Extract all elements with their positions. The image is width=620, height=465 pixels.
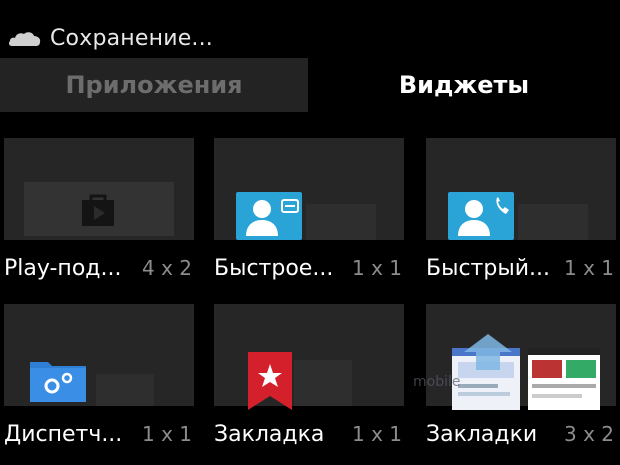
tab-widgets[interactable]: Виджеты bbox=[308, 58, 620, 112]
widget-preview-shadow bbox=[518, 204, 588, 240]
widget-name: Быстрый... bbox=[426, 255, 550, 281]
cloud-icon bbox=[8, 28, 42, 48]
widget-label: Закладки 3 x 2 bbox=[426, 417, 616, 451]
play-store-bag-icon bbox=[80, 192, 116, 232]
widget-size: 3 x 2 bbox=[564, 422, 614, 446]
status-text: Сохранение... bbox=[50, 25, 214, 51]
widget-preview bbox=[214, 138, 404, 240]
tab-bar: Приложения Виджеты bbox=[0, 58, 620, 112]
widget-name: Быстрое... bbox=[214, 255, 334, 281]
widget-preview-shadow bbox=[96, 374, 154, 406]
tab-apps[interactable]: Приложения bbox=[0, 58, 308, 112]
widget-name: Закладка bbox=[214, 421, 325, 447]
widget-preview bbox=[214, 304, 404, 410]
widget-name: Play-под... bbox=[4, 255, 122, 281]
widget-preview bbox=[426, 304, 616, 410]
contact-call-icon bbox=[448, 192, 514, 244]
widget-label: Закладка 1 x 1 bbox=[214, 417, 404, 451]
contact-message-icon bbox=[236, 192, 302, 244]
status-bar: Сохранение... bbox=[8, 20, 213, 56]
widget-preview-shadow bbox=[294, 360, 352, 406]
file-manager-settings-icon bbox=[30, 356, 86, 406]
widget-label: Быстрый... 1 x 1 bbox=[426, 251, 616, 285]
widget-size: 1 x 1 bbox=[352, 422, 402, 446]
widget-label: Play-под... 4 x 2 bbox=[4, 251, 194, 285]
widget-preview bbox=[4, 138, 194, 240]
widget-size: 1 x 1 bbox=[142, 422, 192, 446]
widget-preview bbox=[426, 138, 616, 240]
watermark: mobile bbox=[413, 374, 461, 390]
widget-preview-shadow bbox=[306, 204, 376, 240]
widget-preview bbox=[4, 304, 194, 406]
widget-size: 1 x 1 bbox=[352, 256, 402, 280]
bookmark-star-icon bbox=[248, 352, 292, 414]
widget-label: Быстрое... 1 x 1 bbox=[214, 251, 404, 285]
widget-name: Закладки bbox=[426, 421, 538, 447]
widget-size: 1 x 1 bbox=[564, 256, 614, 280]
widget-name: Диспетч... bbox=[4, 421, 123, 447]
widget-label: Диспетч... 1 x 1 bbox=[4, 417, 194, 451]
widget-size: 4 x 2 bbox=[142, 256, 192, 280]
bookmarks-arrow-icon bbox=[460, 330, 516, 378]
